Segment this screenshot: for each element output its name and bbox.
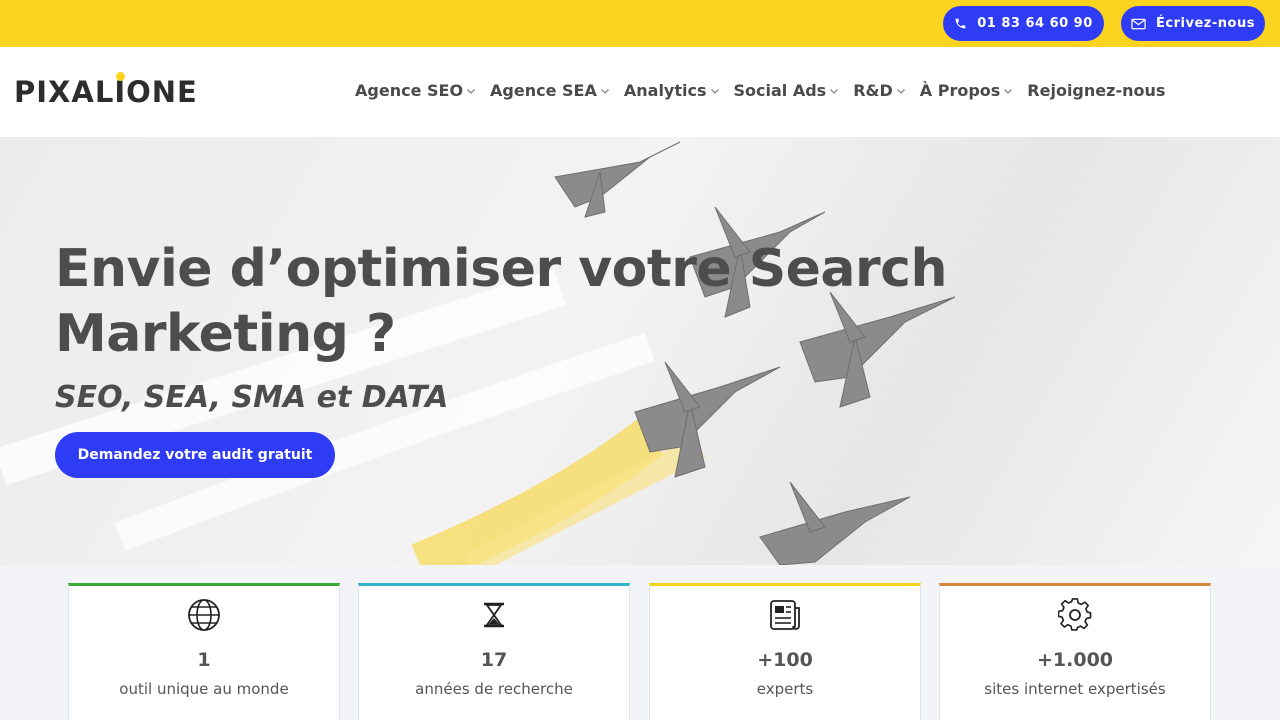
stat-label: outil unique au monde — [119, 680, 289, 698]
nav-item-agence-seo[interactable]: Agence SEO — [355, 81, 476, 100]
site-header: PIXAL IONE Agence SEO Agence SEA Analytic… — [0, 47, 1280, 137]
stat-card: 17 années de recherche — [358, 583, 630, 720]
chevron-down-icon — [710, 88, 719, 94]
hourglass-icon — [484, 602, 504, 628]
nav-label: Social Ads — [733, 81, 827, 100]
nav-item-rd[interactable]: R&D — [853, 81, 906, 100]
chevron-down-icon — [467, 88, 476, 94]
contact-button[interactable]: Écrivez-nous — [1121, 6, 1265, 41]
stat-card: +100 experts — [649, 583, 921, 720]
chevron-down-icon — [896, 88, 905, 94]
stat-value: 1 — [197, 649, 211, 671]
top-bar: 01 83 64 60 90 Écrivez-nous — [0, 0, 1280, 47]
nav-item-a-propos[interactable]: À Propos — [920, 81, 1014, 100]
nav-label: À Propos — [919, 81, 1001, 100]
nav-label: Rejoignez-nous — [1027, 81, 1166, 100]
phone-button[interactable]: 01 83 64 60 90 — [943, 6, 1104, 41]
contact-label: Écrivez-nous — [1156, 16, 1255, 31]
hero-section: Envie d’optimiser votre Search Marketing… — [0, 137, 1280, 565]
gear-icon — [1058, 598, 1092, 631]
nav-item-social-ads[interactable]: Social Ads — [734, 81, 840, 100]
hero-title: Envie d’optimiser votre Search Marketing… — [55, 239, 948, 364]
nav-item-agence-sea[interactable]: Agence SEA — [490, 81, 610, 100]
mail-icon — [1131, 18, 1146, 29]
chevron-down-icon — [1004, 88, 1013, 94]
stat-label: experts — [756, 680, 814, 698]
chevron-down-icon — [830, 88, 839, 94]
audit-cta-button[interactable]: Demandez votre audit gratuit — [55, 432, 335, 478]
nav-label: Agence SEA — [490, 81, 597, 100]
stat-card: +1.000 sites internet expertisés — [939, 583, 1211, 720]
jet-shape — [554, 141, 681, 218]
jet-shape — [759, 481, 911, 565]
stat-value: 17 — [480, 649, 508, 671]
chevron-down-icon — [600, 88, 609, 94]
stat-value: +100 — [757, 649, 813, 671]
stat-label: sites internet expertisés — [984, 680, 1166, 698]
nav-label: Analytics — [623, 81, 707, 100]
stat-card: 1 outil unique au monde — [68, 583, 340, 720]
nav-label: R&D — [853, 81, 893, 100]
main-nav: Agence SEO Agence SEA Analytics Social A… — [355, 81, 1179, 100]
nav-item-analytics[interactable]: Analytics — [624, 81, 720, 100]
pixalione-logo[interactable]: PIXAL IONE — [14, 72, 198, 109]
logo-text-end: ONE — [126, 75, 198, 109]
logo-text-start: PIXAL — [14, 75, 115, 109]
stat-value: +1.000 — [1036, 649, 1114, 671]
hero-subtitle: SEO, SEA, SMA et DATA — [55, 380, 449, 415]
logo-i: I — [114, 72, 126, 109]
phone-label: 01 83 64 60 90 — [977, 16, 1093, 31]
stat-label: années de recherche — [415, 680, 573, 698]
globe-icon — [188, 599, 220, 631]
nav-label: Agence SEO — [355, 81, 464, 100]
newspaper-icon — [770, 600, 800, 630]
stats-section: 1 outil unique au monde 17 années de rec… — [0, 565, 1280, 720]
nav-item-rejoignez-nous[interactable]: Rejoignez-nous — [1027, 81, 1165, 100]
phone-icon — [955, 18, 966, 29]
